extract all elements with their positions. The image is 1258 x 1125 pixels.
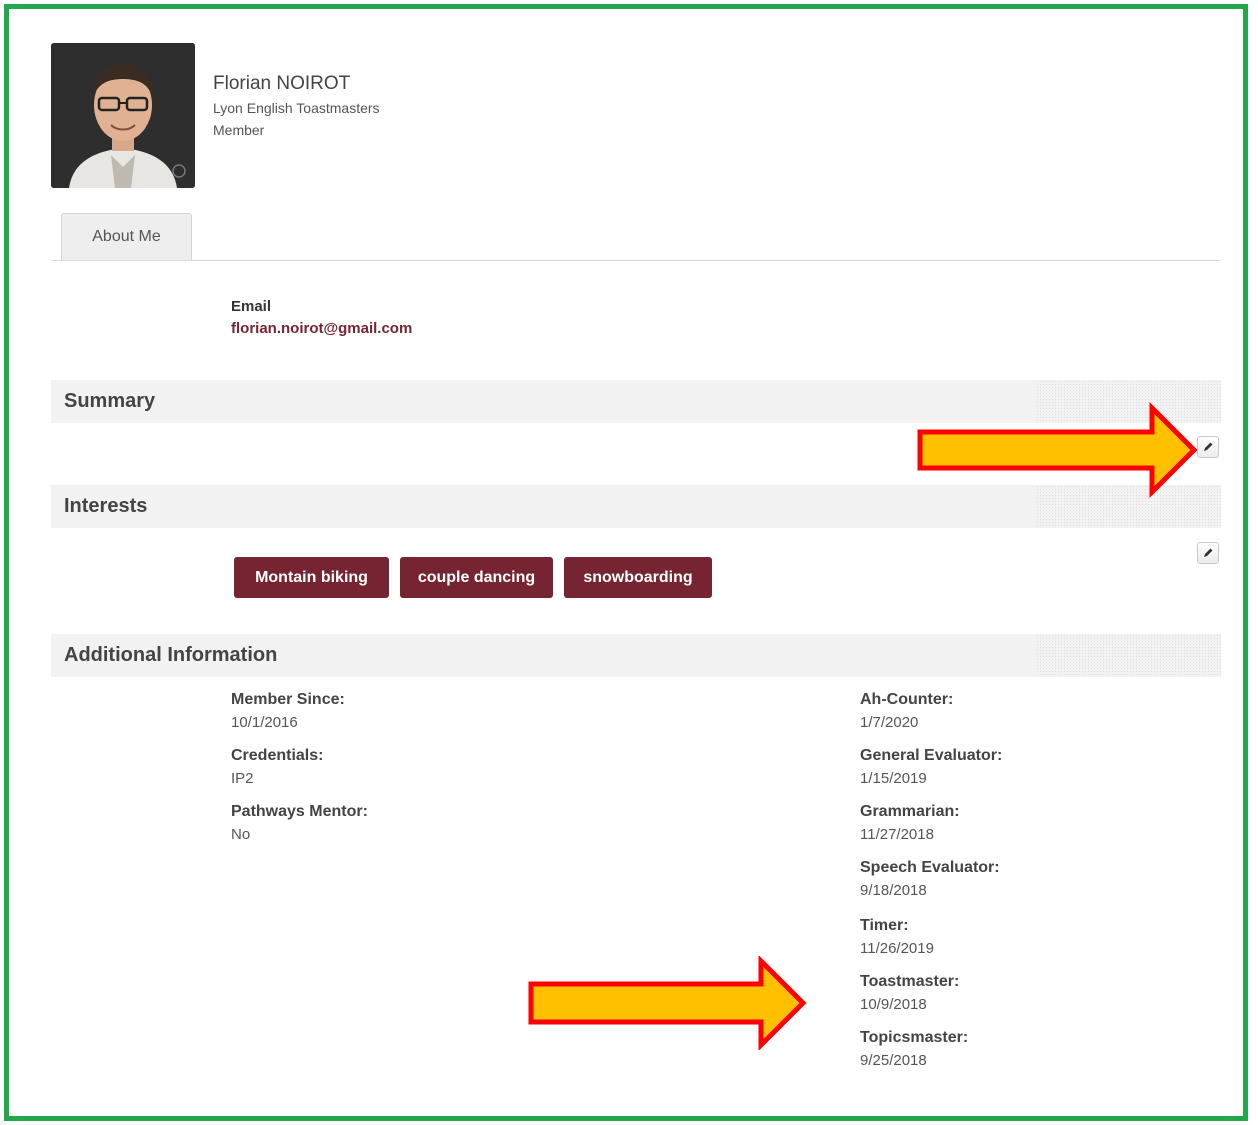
field-label: Member Since: (231, 691, 345, 708)
interest-tag[interactable]: Montain biking (234, 557, 389, 598)
arrow-icon (528, 956, 807, 1050)
field-value: 10/1/2016 (231, 714, 298, 731)
interest-tag[interactable]: couple dancing (400, 557, 553, 598)
additional-info-header: Additional Information (51, 634, 1221, 677)
section-title: Interests (64, 495, 148, 517)
field-label: Speech Evaluator: (860, 859, 1000, 876)
tab-about-me[interactable]: About Me (61, 213, 192, 260)
field-label: Credentials: (231, 747, 324, 764)
field-value: IP2 (231, 770, 254, 787)
tab-divider (51, 260, 1221, 261)
member-name: Florian NOIROT (213, 73, 351, 94)
field-value: 1/7/2020 (860, 714, 919, 731)
field-label: General Evaluator: (860, 747, 1003, 764)
edit-interests-button[interactable] (1197, 542, 1219, 564)
field-label: Grammarian: (860, 803, 960, 820)
field-label: Ah-Counter: (860, 691, 954, 708)
edit-summary-button[interactable] (1197, 436, 1219, 458)
header-pattern (1036, 634, 1221, 677)
tab-label: About Me (92, 228, 161, 245)
arrow-icon (917, 402, 1198, 498)
section-title: Summary (64, 390, 156, 412)
interest-tag[interactable]: snowboarding (564, 557, 712, 598)
field-value: No (231, 826, 251, 843)
pencil-icon (1204, 548, 1213, 557)
field-label: Pathways Mentor: (231, 803, 368, 820)
field-value: 9/25/2018 (860, 1052, 927, 1069)
pencil-icon (1204, 442, 1213, 451)
field-label: Toastmaster: (860, 973, 960, 990)
profile-photo[interactable] (51, 43, 195, 188)
field-value: 10/9/2018 (860, 996, 927, 1013)
field-value: 9/18/2018 (860, 882, 927, 899)
member-role: Member (213, 122, 265, 138)
email-label: Email (231, 298, 272, 315)
field-label: Timer: (860, 917, 909, 934)
section-title: Additional Information (64, 644, 278, 666)
field-value: 1/15/2019 (860, 770, 927, 787)
club-name: Lyon English Toastmasters (213, 100, 380, 116)
field-value: 11/26/2019 (860, 940, 934, 957)
field-value: 11/27/2018 (860, 826, 934, 843)
email-link[interactable]: florian.noirot@gmail.com (231, 320, 412, 337)
field-label: Topicsmaster: (860, 1029, 969, 1046)
